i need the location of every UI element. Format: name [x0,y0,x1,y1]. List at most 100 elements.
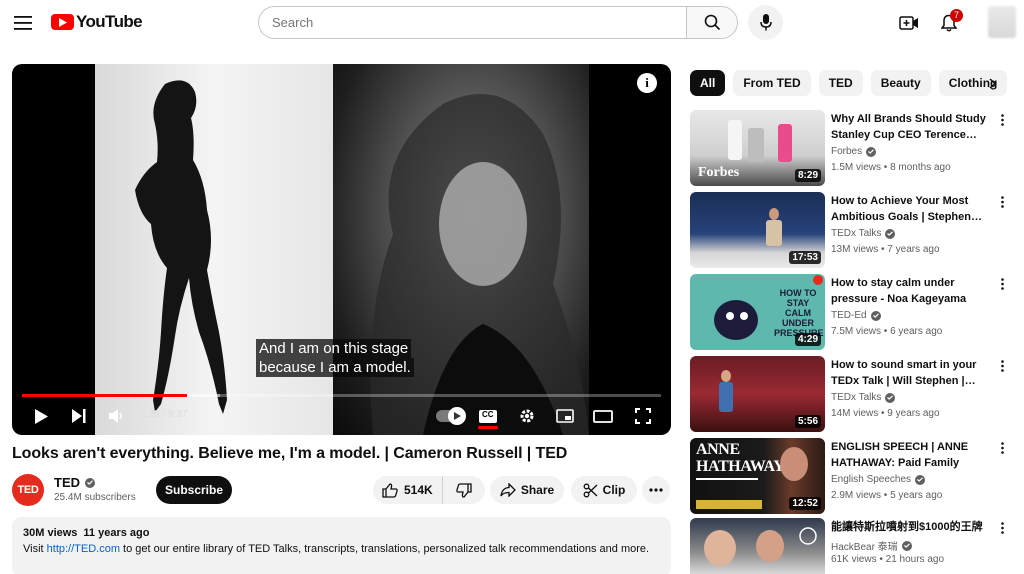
notifications-button[interactable]: 7 [936,9,963,36]
chip-ted[interactable]: TED [818,70,863,96]
notification-badge: 7 [950,9,963,22]
item-menu-button[interactable] [996,440,1008,456]
video-thumbnail[interactable]: Forbes 8:29 [690,110,825,186]
gear-icon [520,409,534,423]
dislike-button[interactable] [443,476,485,504]
recommendation-title[interactable]: Why All Brands Should Study Stanley Cup … [831,111,994,143]
thumbs-up-icon [382,482,398,498]
create-button[interactable] [896,10,922,36]
share-label: Share [520,483,555,497]
settings-button[interactable] [516,400,538,432]
recommendation-meta: 13M views • 7 years ago [831,244,940,255]
recommendation-item[interactable]: 17:53 How to Achieve Your Most Ambitious… [690,192,1020,270]
thumbnail-brand-text: Forbes [698,165,740,180]
chip-from-ted[interactable]: From TED [733,70,811,96]
description-suffix: to get our entire library of TED Talks, … [120,543,650,555]
recommendation-title[interactable]: How to stay calm under pressure - Noa Ka… [831,275,994,307]
video-thumbnail[interactable]: HOW TO STAY CALM UNDER PRESSURE 4:29 [690,274,825,350]
like-button[interactable]: 514K [373,476,443,504]
recommendation-channel[interactable]: TEDx Talks [831,392,881,403]
recommendation-channel-row: TEDx Talks [831,392,896,403]
description-meta: 30M views 11 years ago [23,527,660,539]
recommendation-channel[interactable]: TEDx Talks [831,228,881,239]
progress-bar[interactable] [22,394,661,397]
more-vertical-icon [1000,522,1004,534]
theater-icon [593,409,613,423]
search-button[interactable] [686,6,738,39]
autoplay-toggle[interactable] [436,407,466,425]
share-button[interactable]: Share [490,476,564,504]
search-bar [258,6,738,39]
captions: And I am on this stage because I am a mo… [256,339,414,377]
channel-name[interactable]: TED [54,475,80,490]
recommendation-item[interactable]: 能讓特斯拉噴射到$1000的王牌 HackBear 泰瑞 61K views •… [690,518,1020,574]
more-vertical-icon [1000,442,1004,454]
play-button[interactable] [30,400,52,432]
chips-next-button[interactable] [982,73,1002,93]
subscribe-button[interactable]: Subscribe [156,476,232,504]
theater-mode-button[interactable] [592,400,614,432]
video-title: Looks aren't everything. Believe me, I'm… [12,445,568,462]
youtube-logo[interactable]: YouTube [51,11,143,33]
item-menu-button[interactable] [996,276,1008,292]
recommendation-channel[interactable]: Forbes [831,146,862,157]
chip-all[interactable]: All [690,70,726,96]
recommendation-meta: 14M views • 9 years ago [831,408,940,419]
caption-line-2: because I am a model. [256,358,414,377]
video-thumbnail[interactable] [690,518,825,574]
ted-link[interactable]: http://TED.com [47,543,120,555]
recommendation-channel-row: Forbes [831,146,877,157]
recommendation-item[interactable]: HOW TO STAY CALM UNDER PRESSURE 4:29 How… [690,274,1020,352]
recommendation-title[interactable]: ENGLISH SPEECH | ANNE HATHAWAY: Paid Fam… [831,439,994,471]
recommendation-channel-row: HackBear 泰瑞 [831,538,912,553]
autoplay-knob [448,407,466,425]
item-menu-button[interactable] [996,194,1008,210]
video-duration: 12:52 [789,497,821,510]
recommendation-item[interactable]: ANNE HATHAWAY 12:52 ENGLISH SPEECH | ANN… [690,438,1020,516]
account-avatar[interactable] [988,6,1016,38]
search-input[interactable] [258,6,686,39]
video-thumbnail[interactable]: 17:53 [690,192,825,268]
recommendation-channel[interactable]: TED-Ed [831,310,867,321]
recommendation-title[interactable]: How to Achieve Your Most Ambitious Goals… [831,193,994,225]
progress-played [22,394,187,397]
channel-name-row[interactable]: TED [54,475,95,490]
recommendation-channel[interactable]: HackBear 泰瑞 [831,538,898,553]
chevron-right-icon [988,77,996,89]
verified-icon [885,228,896,239]
recommendation-item[interactable]: Forbes 8:29 Why All Brands Should Study … [690,110,1020,188]
cc-label: CC [482,410,494,419]
recommendation-item[interactable]: 5:56 How to sound smart in your TEDx Tal… [690,356,1020,434]
description-text: Visit http://TED.com to get our entire l… [23,543,660,555]
miniplayer-icon [556,409,574,423]
item-menu-button[interactable] [996,112,1008,128]
logo-text: YouTube [76,12,143,31]
clip-label: Clip [602,483,626,497]
item-menu-button[interactable] [996,358,1008,374]
miniplayer-button[interactable] [554,400,576,432]
recommendation-channel[interactable]: English Speeches [831,474,911,485]
voice-search-button[interactable] [748,5,783,40]
description-box[interactable]: 30M views 11 years ago Visit http://TED.c… [12,517,671,574]
fullscreen-icon [635,408,651,424]
menu-icon[interactable] [10,10,36,36]
verified-icon [901,540,912,551]
channel-avatar[interactable]: TED [12,474,44,506]
recommendation-meta: 7.5M views • 6 years ago [831,326,943,337]
next-button[interactable] [68,400,90,432]
clip-button[interactable]: Clip [571,476,637,504]
description-prefix: Visit [23,543,47,555]
recommendation-title[interactable]: How to sound smart in your TEDx Talk | W… [831,357,994,389]
recommendation-channel-row: TEDx Talks [831,228,896,239]
video-thumbnail[interactable]: 5:56 [690,356,825,432]
related-filter-chips: All From TED TED Beauty Clothing [690,70,1008,96]
fullscreen-button[interactable] [632,400,654,432]
item-menu-button[interactable] [996,520,1008,536]
chip-beauty[interactable]: Beauty [870,70,931,96]
video-thumbnail[interactable]: ANNE HATHAWAY 12:52 [690,438,825,514]
more-actions-button[interactable] [642,476,670,504]
video-player[interactable]: i And I am on this stage because I am a … [12,64,671,435]
recommendation-title[interactable]: 能讓特斯拉噴射到$1000的王牌 [831,519,994,535]
video-info-button[interactable]: i [637,73,657,93]
volume-button[interactable] [106,400,128,432]
